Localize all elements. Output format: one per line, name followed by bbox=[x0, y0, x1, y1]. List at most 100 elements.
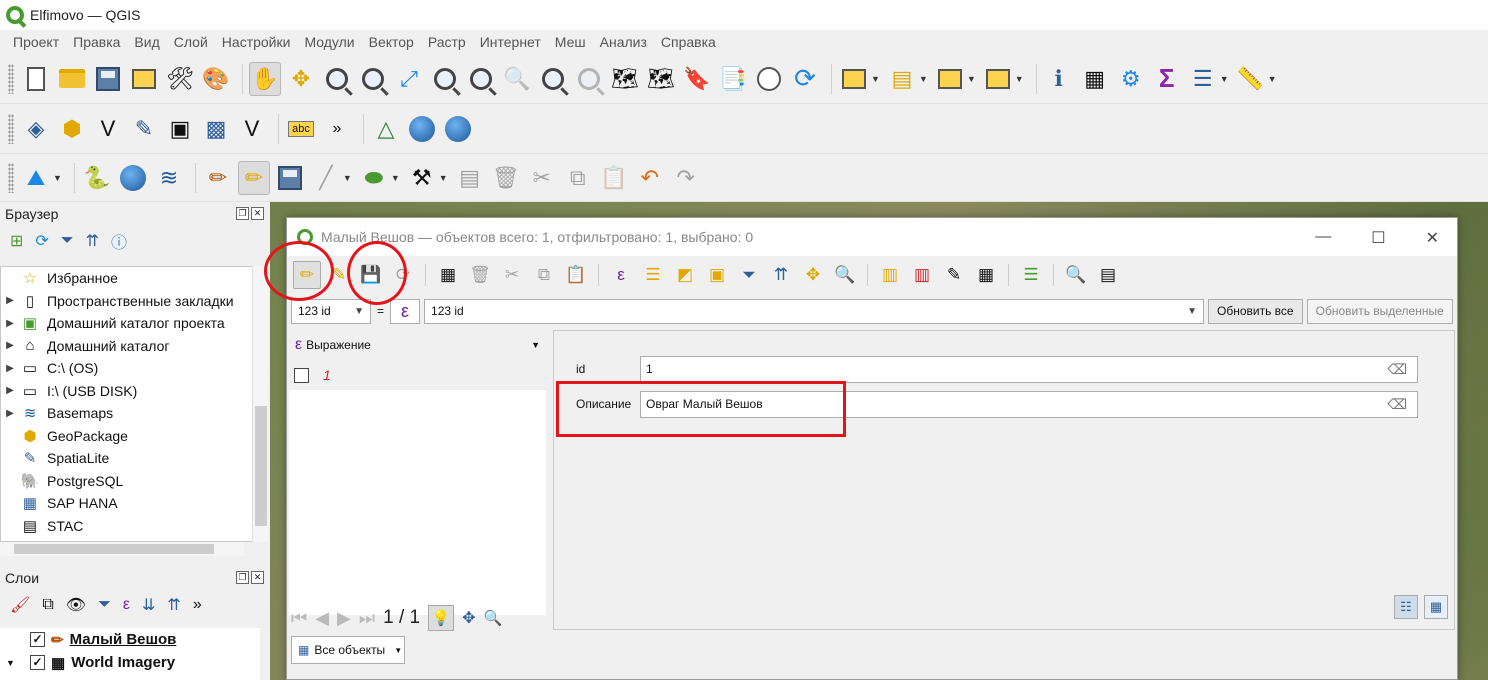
new-virtual-layer-button[interactable]: ▩ bbox=[200, 112, 232, 146]
data-source-manager-button[interactable]: ◈ bbox=[20, 112, 52, 146]
browser-horizontal-scrollbar[interactable] bbox=[0, 542, 244, 556]
actions-button[interactable]: 🔍 bbox=[1062, 261, 1090, 289]
toolbar-grip[interactable] bbox=[8, 113, 14, 144]
scrollbar-thumb[interactable] bbox=[255, 406, 267, 526]
select-by-expression-button[interactable]: ε bbox=[607, 261, 635, 289]
tree-item-spatial-bookmarks[interactable]: ▶ ▯ Пространственные закладки bbox=[1, 290, 259, 313]
chevron-down-icon[interactable]: ▼ bbox=[967, 74, 976, 84]
new-spatialite-layer-button[interactable]: ✎ bbox=[128, 112, 160, 146]
chevron-down-icon[interactable]: ▼ bbox=[391, 173, 400, 183]
menu-mesh[interactable]: Меш bbox=[548, 34, 593, 50]
menu-project[interactable]: Проект bbox=[6, 34, 66, 50]
menu-edit[interactable]: Правка bbox=[66, 34, 127, 50]
layer-plugin-button[interactable]: ≋ bbox=[153, 161, 185, 195]
python-console-button[interactable]: 🐍 bbox=[81, 161, 113, 195]
tree-item-stac[interactable]: ▤ STAC bbox=[1, 515, 259, 538]
filter-combo[interactable]: ▦ Все объекты ▼ bbox=[291, 636, 405, 664]
move-selection-top-button[interactable]: ⇈ bbox=[767, 261, 795, 289]
close-icon[interactable]: ✕ bbox=[251, 207, 264, 220]
clear-field-icon[interactable]: ⌫ bbox=[1387, 361, 1407, 378]
zoom-full-button[interactable]: ⤢ bbox=[393, 62, 425, 96]
pan-icon[interactable]: ✥ bbox=[462, 608, 475, 628]
close-icon[interactable]: ✕ bbox=[251, 571, 264, 584]
deselect-all-button[interactable]: ▣ bbox=[703, 261, 731, 289]
filter-icon[interactable]: ⏷ bbox=[98, 596, 111, 614]
field-calculator-button[interactable]: ✎ bbox=[940, 261, 968, 289]
delete-field-button[interactable]: ▥ bbox=[908, 261, 936, 289]
save-layer-edits-button[interactable] bbox=[274, 161, 306, 195]
highlight-feature-button[interactable]: 💡 bbox=[428, 605, 455, 631]
select-by-location-button[interactable] bbox=[982, 62, 1014, 96]
new-print-layout-button[interactable] bbox=[128, 62, 160, 96]
measure-line-button[interactable]: 📏 bbox=[1235, 62, 1267, 96]
copy-features-button[interactable]: ⧉ bbox=[562, 161, 594, 195]
georeferencer-button[interactable]: △ bbox=[370, 112, 402, 146]
earth-plugin-button[interactable] bbox=[117, 161, 149, 195]
menu-raster[interactable]: Растр bbox=[421, 34, 473, 50]
cut-features-button[interactable]: ✂ bbox=[526, 161, 558, 195]
zoom-native-button[interactable]: 🔍 bbox=[501, 62, 533, 96]
undock-icon[interactable]: ❐ bbox=[236, 207, 249, 220]
chevron-down-icon[interactable]: ▼ bbox=[1268, 74, 1277, 84]
tree-item-favorites[interactable]: ☆ Избранное bbox=[1, 267, 259, 290]
new-map-view-button[interactable]: 🗺 bbox=[609, 62, 641, 96]
plugin-button[interactable]: ⛰ bbox=[20, 161, 52, 195]
chevron-right-icon[interactable]: ▶ bbox=[1, 363, 19, 374]
digitize-line-button[interactable]: ╱ bbox=[310, 161, 342, 195]
attribute-table-list-button[interactable]: ☰ bbox=[1187, 62, 1219, 96]
save-project-button[interactable] bbox=[92, 62, 124, 96]
zoom-out-button[interactable] bbox=[357, 62, 389, 96]
maximize-icon[interactable]: ☐ bbox=[1371, 228, 1385, 248]
chevron-right-icon[interactable]: ▶ bbox=[1, 385, 19, 396]
show-bookmarks-button[interactable]: 📑 bbox=[717, 62, 749, 96]
expand-all-icon[interactable]: ⇊ bbox=[142, 595, 155, 615]
new-bookmark-button[interactable]: 🔖 bbox=[681, 62, 713, 96]
next-feature-icon[interactable]: ▶ bbox=[337, 608, 351, 629]
zoom-to-selected-button[interactable]: 🔍 bbox=[831, 261, 859, 289]
open-project-button[interactable] bbox=[56, 62, 88, 96]
filter-icon[interactable]: ⏷ bbox=[61, 232, 74, 250]
expression-combo[interactable]: 123 id ▼ bbox=[424, 298, 1205, 324]
style-manager-button[interactable]: 🎨 bbox=[200, 62, 232, 96]
close-icon[interactable]: ✕ bbox=[1426, 228, 1439, 248]
collapse-all-icon[interactable]: ⇈ bbox=[167, 595, 180, 615]
processing-toolbox-button[interactable]: ⚙ bbox=[1115, 62, 1147, 96]
label-toolbar-button[interactable]: abc bbox=[285, 112, 317, 146]
add-wfs-layer-button[interactable] bbox=[442, 112, 474, 146]
add-polygon-feature-button[interactable]: ⬬ bbox=[358, 161, 390, 195]
menu-view[interactable]: Вид bbox=[127, 34, 166, 50]
current-edits-button[interactable]: ✏ bbox=[202, 161, 234, 195]
new-field-button[interactable]: ▥ bbox=[876, 261, 904, 289]
copy-button[interactable]: ⧉ bbox=[530, 261, 558, 289]
redo-button[interactable]: ↷ bbox=[670, 161, 702, 195]
chevron-down-icon[interactable]: ▼ bbox=[919, 74, 928, 84]
pan-to-selection-button[interactable]: ✥ bbox=[285, 62, 317, 96]
modify-attributes-button[interactable]: ▤ bbox=[454, 161, 486, 195]
conditional-formatting-button[interactable]: ▦ bbox=[972, 261, 1000, 289]
refresh-button[interactable]: ⟳ bbox=[789, 62, 821, 96]
tree-item-postgresql[interactable]: 🐘 PostgreSQL bbox=[1, 470, 259, 493]
tree-item-drive-i[interactable]: ▶ ▭ I:\ (USB DISK) bbox=[1, 380, 259, 403]
menu-vector[interactable]: Вектор bbox=[362, 34, 421, 50]
chevron-down-icon[interactable]: ▼ bbox=[439, 173, 448, 183]
pan-map-button[interactable]: ✋ bbox=[249, 61, 281, 96]
add-group-icon[interactable]: ⧉ bbox=[42, 596, 53, 614]
update-all-button[interactable]: Обновить все bbox=[1208, 298, 1303, 324]
identify-features-button[interactable]: ℹ bbox=[1043, 62, 1075, 96]
layer-visibility-checkbox[interactable]: ✓ bbox=[30, 632, 45, 647]
update-selected-button[interactable]: Обновить выделенные bbox=[1306, 298, 1453, 324]
zoom-in-button[interactable] bbox=[321, 62, 353, 96]
select-features-button[interactable] bbox=[838, 62, 870, 96]
menu-plugins[interactable]: Модули bbox=[297, 34, 361, 50]
id-field[interactable]: 1 ⌫ bbox=[640, 355, 1418, 383]
undock-icon[interactable]: ❐ bbox=[236, 571, 249, 584]
open-attribute-table-button[interactable]: ▦ bbox=[1079, 62, 1111, 96]
toolbar-grip[interactable] bbox=[8, 63, 14, 94]
chevron-down-icon[interactable]: ▼ bbox=[1220, 74, 1229, 84]
feature-list-header[interactable]: ε Выражение ▼ bbox=[289, 330, 546, 360]
toggle-editing-button[interactable]: ✏ bbox=[237, 160, 270, 195]
list-item[interactable]: 1 bbox=[289, 360, 546, 390]
browser-vertical-scrollbar[interactable] bbox=[252, 266, 268, 542]
zoom-last-button[interactable] bbox=[537, 62, 569, 96]
previous-feature-icon[interactable]: ◀ bbox=[315, 608, 329, 629]
